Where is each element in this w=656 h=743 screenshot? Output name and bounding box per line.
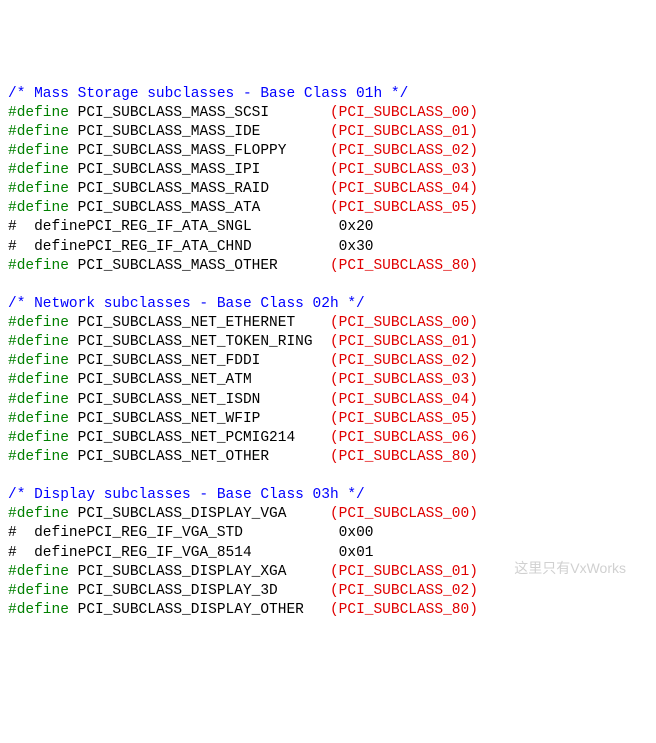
macro-name: PCI_SUBCLASS_MASS_OTHER bbox=[78, 258, 330, 274]
define-directive: #define bbox=[8, 392, 78, 408]
macro-value: (PCI_SUBCLASS_02) bbox=[330, 143, 478, 159]
code-line: #define PCI_SUBCLASS_MASS_RAID (PCI_SUBC… bbox=[8, 181, 478, 197]
define-directive: #define bbox=[8, 564, 78, 580]
macro-name: PCI_SUBCLASS_MASS_RAID bbox=[78, 181, 330, 197]
code-line: #define PCI_SUBCLASS_MASS_FLOPPY (PCI_SU… bbox=[8, 143, 478, 159]
define-directive: #define bbox=[8, 430, 78, 446]
code-line: #define PCI_SUBCLASS_MASS_IDE (PCI_SUBCL… bbox=[8, 124, 478, 140]
code-line: #define PCI_SUBCLASS_NET_ISDN (PCI_SUBCL… bbox=[8, 392, 478, 408]
macro-name: PCI_SUBCLASS_MASS_IDE bbox=[78, 124, 330, 140]
macro-name: PCI_SUBCLASS_DISPLAY_3D bbox=[78, 583, 330, 599]
define-directive: #define bbox=[8, 200, 78, 216]
macro-value: 0x30 bbox=[339, 239, 374, 255]
define-directive: #define bbox=[8, 411, 78, 427]
macro-name: PCI_SUBCLASS_NET_TOKEN_RING bbox=[78, 334, 330, 350]
code-line: #define PCI_SUBCLASS_NET_OTHER (PCI_SUBC… bbox=[8, 449, 478, 465]
code-line: #define PCI_SUBCLASS_NET_ETHERNET (PCI_S… bbox=[8, 315, 478, 331]
code-block: /* Mass Storage subclasses - Base Class … bbox=[8, 85, 648, 621]
macro-value: (PCI_SUBCLASS_02) bbox=[330, 583, 478, 599]
define-directive: #define bbox=[8, 315, 78, 331]
macro-name: PCI_SUBCLASS_NET_ATM bbox=[78, 372, 330, 388]
macro-value: (PCI_SUBCLASS_80) bbox=[330, 602, 478, 618]
macro-value: (PCI_SUBCLASS_04) bbox=[330, 392, 478, 408]
define-directive: #define bbox=[8, 162, 78, 178]
macro-value: (PCI_SUBCLASS_00) bbox=[330, 506, 478, 522]
code-line: #define PCI_SUBCLASS_MASS_OTHER (PCI_SUB… bbox=[8, 258, 478, 274]
code-line: #define PCI_SUBCLASS_NET_WFIP (PCI_SUBCL… bbox=[8, 411, 478, 427]
code-line: #define PCI_SUBCLASS_NET_ATM (PCI_SUBCLA… bbox=[8, 372, 478, 388]
macro-value: 0x00 bbox=[339, 525, 374, 541]
macro-name: PCI_SUBCLASS_NET_ISDN bbox=[78, 392, 330, 408]
macro-value: (PCI_SUBCLASS_05) bbox=[330, 200, 478, 216]
macro-value: (PCI_SUBCLASS_01) bbox=[330, 124, 478, 140]
macro-name: ePCI_REG_IF_ATA_SNGL bbox=[78, 219, 339, 235]
macro-name: ePCI_REG_IF_ATA_CHND bbox=[78, 239, 339, 255]
code-line: #define PCI_SUBCLASS_MASS_IPI (PCI_SUBCL… bbox=[8, 162, 478, 178]
code-line: #define PCI_SUBCLASS_DISPLAY_OTHER (PCI_… bbox=[8, 602, 478, 618]
define-directive: #define bbox=[8, 372, 78, 388]
code-line: #define PCI_SUBCLASS_NET_TOKEN_RING (PCI… bbox=[8, 334, 478, 350]
code-line: # definePCI_REG_IF_VGA_8514 0x01 bbox=[8, 545, 373, 561]
code-comment: /* Network subclasses - Base Class 02h *… bbox=[8, 296, 365, 312]
define-directive: #define bbox=[8, 506, 78, 522]
define-directive: #define bbox=[8, 602, 78, 618]
macro-name: PCI_SUBCLASS_NET_FDDI bbox=[78, 353, 330, 369]
code-line: #define PCI_SUBCLASS_DISPLAY_XGA (PCI_SU… bbox=[8, 564, 478, 580]
define-directive: #define bbox=[8, 143, 78, 159]
define-directive: #define bbox=[8, 258, 78, 274]
macro-value: (PCI_SUBCLASS_02) bbox=[330, 353, 478, 369]
define-directive: #define bbox=[8, 449, 78, 465]
code-line: #define PCI_SUBCLASS_DISPLAY_3D (PCI_SUB… bbox=[8, 583, 478, 599]
code-line: #define PCI_SUBCLASS_NET_FDDI (PCI_SUBCL… bbox=[8, 353, 478, 369]
macro-value: (PCI_SUBCLASS_80) bbox=[330, 258, 478, 274]
code-line: # definePCI_REG_IF_ATA_SNGL 0x20 bbox=[8, 219, 373, 235]
macro-value: 0x20 bbox=[339, 219, 374, 235]
define-directive: #define bbox=[8, 181, 78, 197]
code-line: #define PCI_SUBCLASS_MASS_ATA (PCI_SUBCL… bbox=[8, 200, 478, 216]
macro-value: (PCI_SUBCLASS_04) bbox=[330, 181, 478, 197]
code-line: #define PCI_SUBCLASS_MASS_SCSI (PCI_SUBC… bbox=[8, 105, 478, 121]
macro-name: PCI_SUBCLASS_NET_WFIP bbox=[78, 411, 330, 427]
define-directive: #define bbox=[8, 353, 78, 369]
define-directive: # defin bbox=[8, 545, 78, 561]
define-directive: #define bbox=[8, 334, 78, 350]
code-line: # definePCI_REG_IF_VGA_STD 0x00 bbox=[8, 525, 373, 541]
macro-value: (PCI_SUBCLASS_03) bbox=[330, 162, 478, 178]
macro-name: PCI_SUBCLASS_MASS_FLOPPY bbox=[78, 143, 330, 159]
macro-name: PCI_SUBCLASS_MASS_IPI bbox=[78, 162, 330, 178]
macro-value: (PCI_SUBCLASS_03) bbox=[330, 372, 478, 388]
macro-value: (PCI_SUBCLASS_01) bbox=[330, 564, 478, 580]
define-directive: #define bbox=[8, 124, 78, 140]
macro-name: PCI_SUBCLASS_MASS_ATA bbox=[78, 200, 330, 216]
macro-value: (PCI_SUBCLASS_01) bbox=[330, 334, 478, 350]
macro-name: PCI_SUBCLASS_DISPLAY_OTHER bbox=[78, 602, 330, 618]
macro-value: (PCI_SUBCLASS_00) bbox=[330, 315, 478, 331]
define-directive: # defin bbox=[8, 525, 78, 541]
define-directive: # defin bbox=[8, 239, 78, 255]
macro-name: ePCI_REG_IF_VGA_STD bbox=[78, 525, 339, 541]
macro-value: (PCI_SUBCLASS_00) bbox=[330, 105, 478, 121]
macro-name: PCI_SUBCLASS_MASS_SCSI bbox=[78, 105, 330, 121]
macro-value: 0x01 bbox=[339, 545, 374, 561]
macro-value: (PCI_SUBCLASS_80) bbox=[330, 449, 478, 465]
code-line: #define PCI_SUBCLASS_DISPLAY_VGA (PCI_SU… bbox=[8, 506, 478, 522]
macro-name: PCI_SUBCLASS_NET_OTHER bbox=[78, 449, 330, 465]
macro-name: PCI_SUBCLASS_NET_ETHERNET bbox=[78, 315, 330, 331]
define-directive: #define bbox=[8, 583, 78, 599]
code-line: # definePCI_REG_IF_ATA_CHND 0x30 bbox=[8, 239, 373, 255]
macro-value: (PCI_SUBCLASS_05) bbox=[330, 411, 478, 427]
macro-value: (PCI_SUBCLASS_06) bbox=[330, 430, 478, 446]
define-directive: #define bbox=[8, 105, 78, 121]
define-directive: # defin bbox=[8, 219, 78, 235]
code-comment: /* Display subclasses - Base Class 03h *… bbox=[8, 487, 365, 503]
macro-name: PCI_SUBCLASS_DISPLAY_XGA bbox=[78, 564, 330, 580]
macro-name: ePCI_REG_IF_VGA_8514 bbox=[78, 545, 339, 561]
macro-name: PCI_SUBCLASS_NET_PCMIG214 bbox=[78, 430, 330, 446]
code-comment: /* Mass Storage subclasses - Base Class … bbox=[8, 86, 408, 102]
macro-name: PCI_SUBCLASS_DISPLAY_VGA bbox=[78, 506, 330, 522]
code-line: #define PCI_SUBCLASS_NET_PCMIG214 (PCI_S… bbox=[8, 430, 478, 446]
